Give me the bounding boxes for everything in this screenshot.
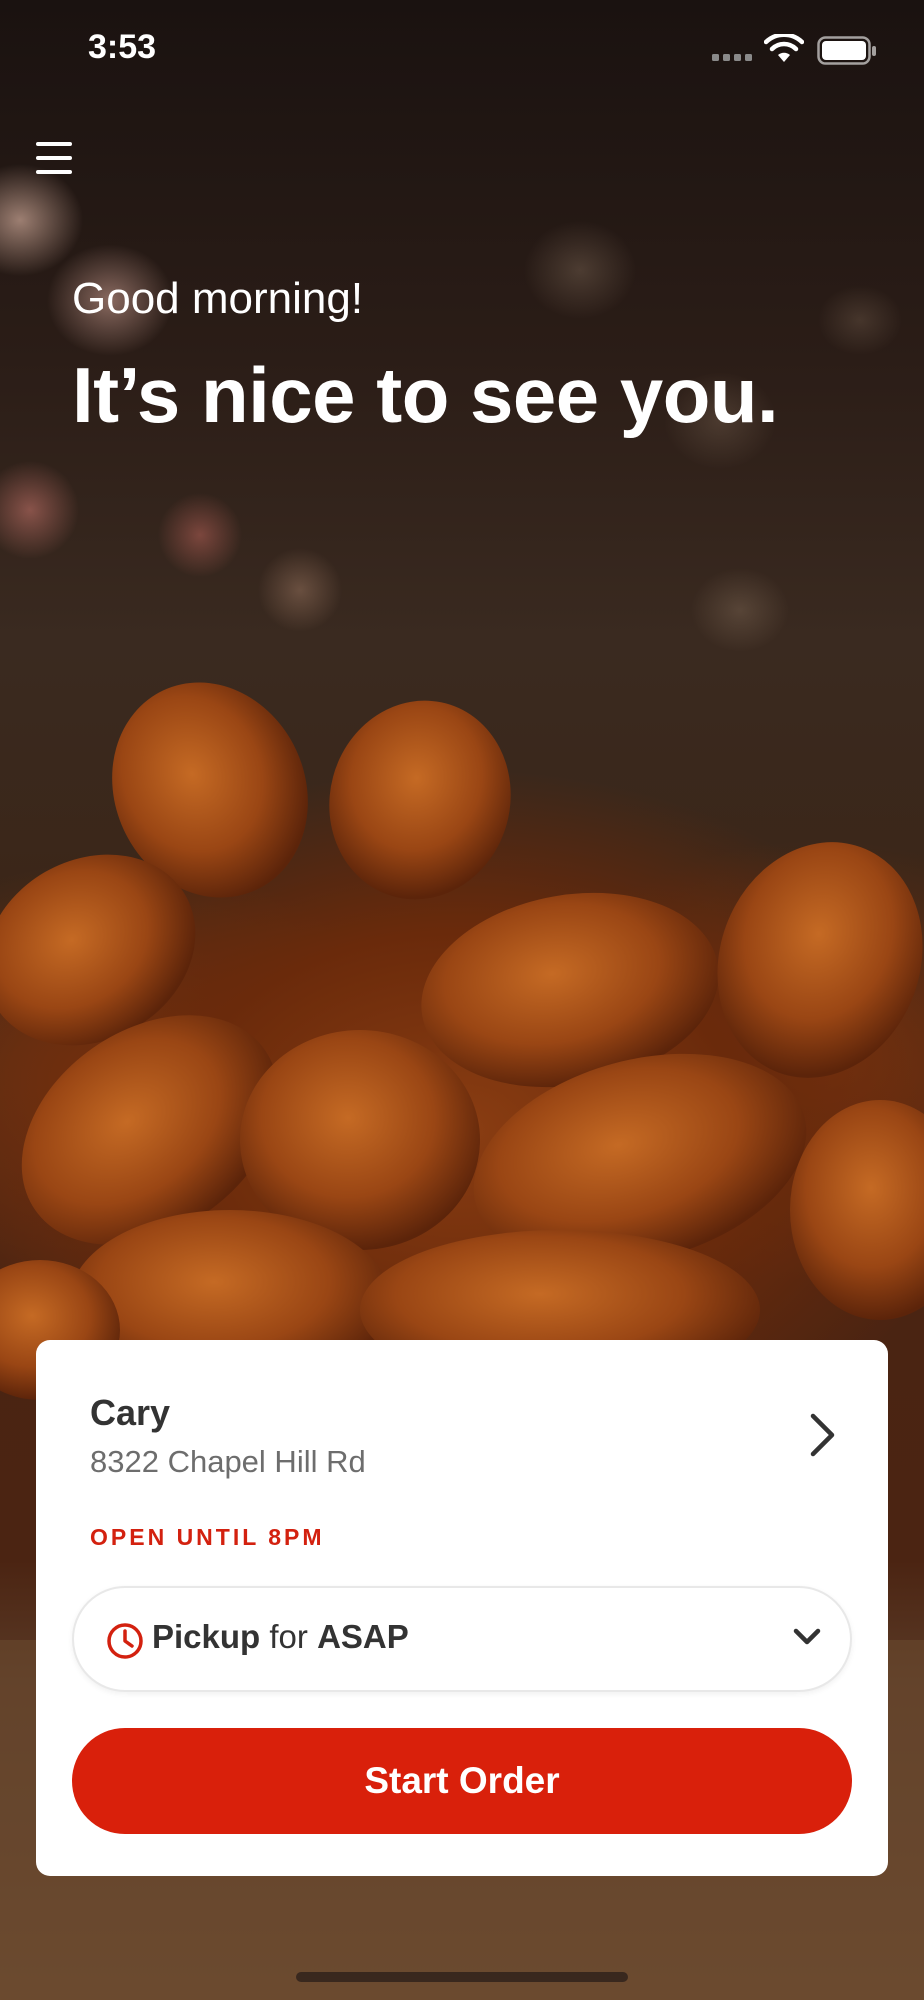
store-name[interactable]: Cary	[90, 1392, 170, 1434]
menu-bar-middle	[36, 156, 72, 160]
chevron-right-icon[interactable]	[808, 1412, 838, 1458]
open-status-badge: OPEN UNTIL 8PM	[90, 1524, 325, 1550]
hamburger-menu-icon[interactable]	[34, 138, 74, 178]
pickup-time-label: ASAP	[317, 1618, 409, 1655]
store-address[interactable]: 8322 Chapel Hill Rd	[90, 1444, 366, 1480]
start-order-button[interactable]: Start Order	[72, 1728, 852, 1834]
pickup-mode-label: Pickup	[152, 1618, 261, 1655]
status-bar: 3:53	[0, 0, 924, 100]
pickup-summary: Pickup for ASAP	[152, 1618, 409, 1656]
wifi-icon	[764, 34, 804, 62]
cellular-signal-icon	[712, 54, 752, 61]
pickup-connector: for	[269, 1618, 308, 1655]
battery-icon	[817, 36, 876, 65]
greeting-text: Good morning!	[72, 274, 364, 323]
menu-bar-top	[36, 142, 72, 146]
status-time: 3:53	[88, 28, 157, 66]
chevron-down-icon	[793, 1628, 821, 1645]
menu-bar-bottom	[36, 170, 72, 174]
headline-text: It’s nice to see you.	[72, 351, 779, 439]
clock-icon	[107, 1623, 143, 1659]
home-indicator[interactable]	[296, 1972, 628, 1982]
store-card: Cary 8322 Chapel Hill Rd OPEN UNTIL 8PM …	[36, 1340, 888, 1876]
pickup-time-selector[interactable]: Pickup for ASAP	[72, 1586, 852, 1692]
